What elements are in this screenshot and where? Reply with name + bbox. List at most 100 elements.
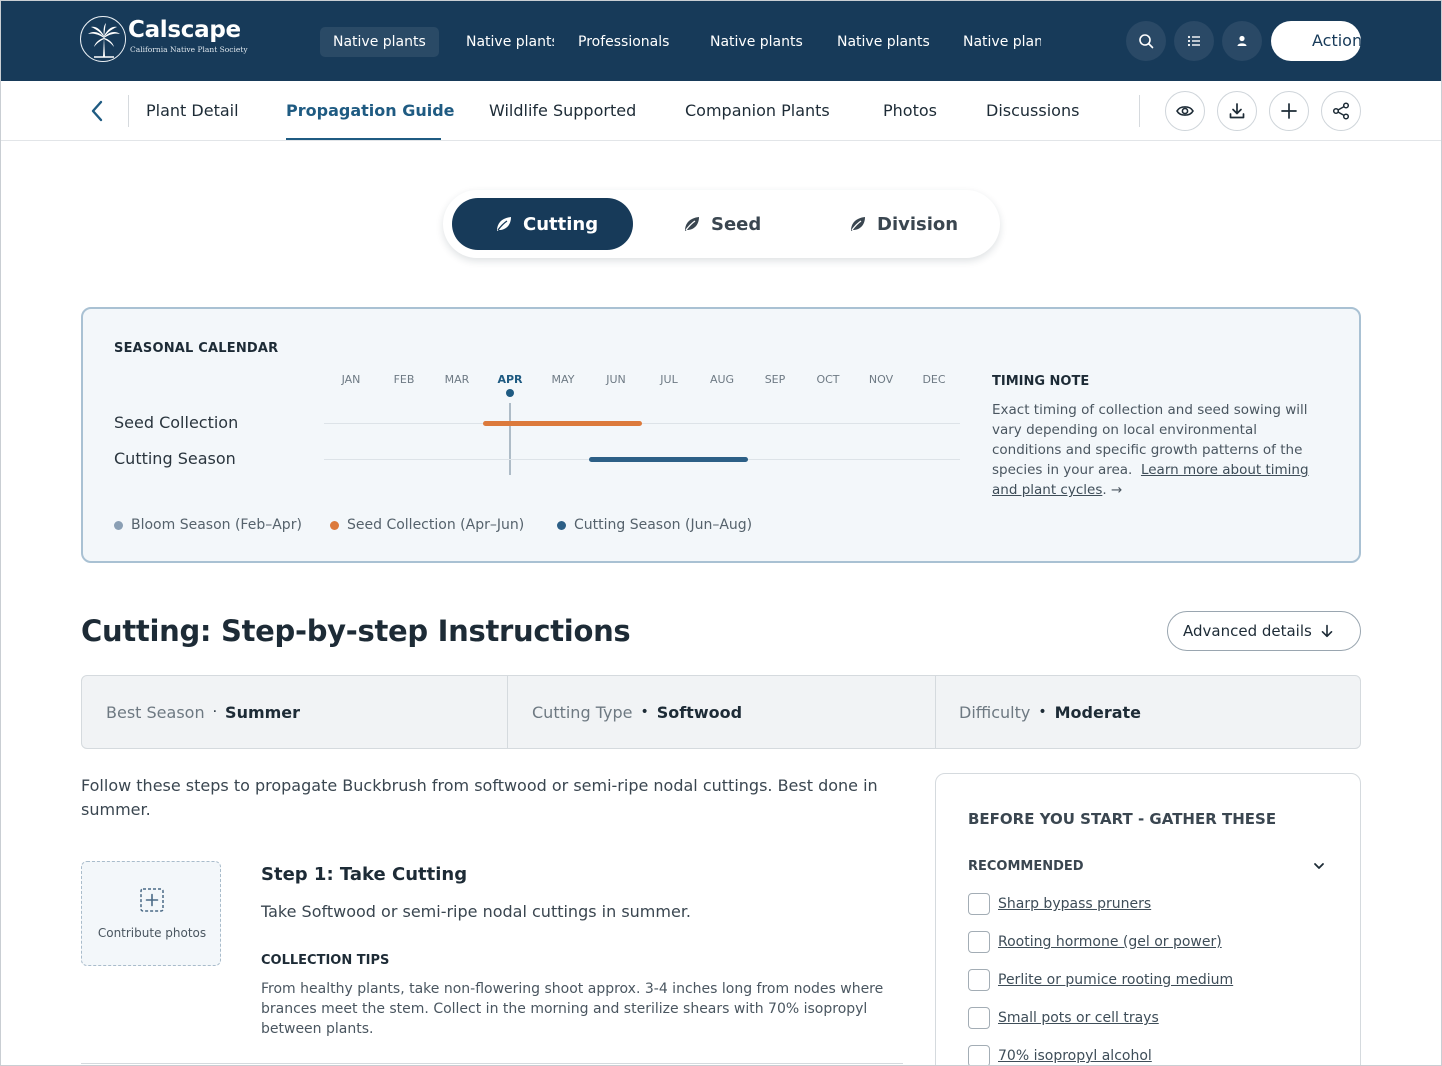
month-label: MAY [551, 373, 575, 386]
calendar-track [324, 423, 960, 424]
add-photo-icon [140, 888, 164, 912]
view-button[interactable] [1165, 91, 1205, 131]
palm-logo-icon [80, 16, 126, 62]
nav-item-professionals[interactable]: Professionals [578, 27, 669, 57]
supply-item[interactable]: Rooting hormone (gel or power) [968, 930, 1222, 954]
chevron-left-icon [91, 100, 103, 122]
info-separator: • [1038, 704, 1047, 720]
supply-checkbox[interactable] [968, 969, 990, 991]
sub-navigation-bar: Plant Detail Propagation Guide Wildlife … [0, 81, 1442, 141]
legend-dot [557, 520, 566, 530]
tab-photos[interactable]: Photos [883, 101, 937, 120]
gather-supplies-panel: BEFORE YOU START - GATHER THESE RECOMMEN… [935, 773, 1361, 1066]
back-button[interactable] [84, 97, 110, 125]
nav-item-native-plants-5[interactable]: Native plants [963, 27, 1041, 57]
nav-item-native-plants-3[interactable]: Native plants [710, 27, 803, 57]
nav-item-native-plants-4[interactable]: Native plants [837, 27, 930, 57]
supply-link[interactable]: 70% isopropyl alcohol [998, 1048, 1152, 1064]
month-label: OCT [816, 373, 840, 386]
info-divider [935, 676, 936, 748]
method-division-button[interactable]: Division [845, 198, 985, 250]
info-key: Cutting Type [532, 702, 633, 722]
timing-note: Exact timing of collection and seed sowi… [992, 400, 1328, 500]
add-button[interactable] [1269, 91, 1309, 131]
current-month-marker [506, 389, 514, 397]
action-button[interactable]: Action [1271, 21, 1361, 61]
share-icon [1332, 102, 1350, 120]
tab-propagation-guide[interactable]: Propagation Guide [286, 101, 455, 120]
supply-checkbox[interactable] [968, 893, 990, 915]
month-label: JUL [660, 373, 678, 386]
leaf-icon [497, 217, 511, 231]
nav-item-native-plants[interactable]: Native plants [320, 27, 439, 57]
list-icon [1187, 35, 1200, 47]
nav-list-button[interactable] [1174, 21, 1214, 61]
month-label: AUG [709, 373, 735, 386]
legend-item-bloom: Bloom Season (Feb–Apr) [114, 517, 302, 533]
supply-checkbox[interactable] [968, 1045, 990, 1066]
method-cutting-button[interactable]: Cutting [452, 198, 633, 250]
info-difficulty: Difficulty • Moderate [959, 676, 1141, 748]
active-tab-indicator [286, 138, 441, 140]
arrow-down-icon [1321, 624, 1333, 638]
brand-name: Calscape [128, 17, 241, 43]
brand-tagline: California Native Plant Society [130, 45, 248, 54]
tab-companion-plants[interactable]: Companion Plants [685, 101, 830, 120]
supply-item[interactable]: 70% isopropyl alcohol [968, 1044, 1152, 1066]
month-label: JAN [341, 373, 361, 386]
info-separator: · [212, 704, 218, 720]
chevron-down-icon[interactable] [1312, 860, 1326, 872]
supply-item[interactable]: Perlite or pumice rooting medium [968, 968, 1233, 992]
info-value: Summer [225, 702, 301, 722]
month-label-current: APR [497, 373, 523, 386]
advanced-details-button[interactable]: Advanced details [1167, 611, 1361, 651]
info-value: Moderate [1054, 702, 1142, 722]
nav-search-button[interactable] [1126, 21, 1166, 61]
eye-icon [1176, 106, 1194, 116]
seasonal-calendar-card: SEASONAL CALENDAR JAN FEB MAR APR MAY JU… [81, 307, 1361, 563]
info-key: Difficulty [959, 702, 1031, 722]
contribute-photos-button[interactable]: Contribute photos [81, 861, 221, 966]
share-button[interactable] [1321, 91, 1361, 131]
tab-wildlife-supported[interactable]: Wildlife Supported [489, 101, 636, 120]
plus-icon [1281, 103, 1297, 119]
contribute-photos-label: Contribute photos [97, 926, 207, 940]
tab-discussions[interactable]: Discussions [986, 101, 1079, 120]
user-icon [1237, 35, 1247, 46]
calendar-row-label: Cutting Season [114, 449, 236, 468]
timing-link-arrow: . → [1102, 482, 1123, 498]
supply-item[interactable]: Sharp bypass pruners [968, 892, 1151, 916]
supply-link[interactable]: Sharp bypass pruners [998, 896, 1151, 912]
cutting-season-bar [589, 457, 748, 462]
leaf-icon [685, 217, 699, 231]
calendar-title: SEASONAL CALENDAR [114, 341, 279, 356]
supply-link[interactable]: Rooting hormone (gel or power) [998, 934, 1222, 950]
supply-item[interactable]: Small pots or cell trays [968, 1006, 1159, 1030]
supply-checkbox[interactable] [968, 931, 990, 953]
search-icon [1139, 34, 1154, 49]
advanced-details-label: Advanced details [1183, 622, 1312, 640]
legend-item-cutting-season: Cutting Season (Jun–Aug) [557, 517, 752, 533]
action-button-label: Action [1312, 31, 1361, 50]
info-key: Best Season [106, 702, 205, 722]
subnav-divider [128, 95, 129, 127]
download-button[interactable] [1217, 91, 1257, 131]
legend-dot [330, 520, 339, 530]
supply-checkbox[interactable] [968, 1007, 990, 1029]
legend-label: Bloom Season (Feb–Apr) [131, 517, 302, 533]
month-label: MAR [444, 373, 470, 386]
timing-note-title: TIMING NOTE [992, 374, 1090, 389]
legend-item-seed-collection: Seed Collection (Apr–Jun) [330, 517, 524, 533]
method-seed-label: Seed [711, 213, 762, 235]
tab-plant-detail[interactable]: Plant Detail [146, 101, 239, 120]
nav-user-button[interactable] [1222, 21, 1262, 61]
supply-link[interactable]: Small pots or cell trays [998, 1010, 1159, 1026]
calscape-logo[interactable]: Calscape California Native Plant Society [80, 16, 248, 66]
calendar-row-label: Seed Collection [114, 413, 239, 432]
nav-item-native-plants-2[interactable]: Native plants [466, 27, 554, 57]
propagation-info-strip: Best Season · Summer Cutting Type • Soft… [81, 675, 1361, 749]
step-title: Step 1: Take Cutting [261, 864, 468, 885]
method-seed-button[interactable]: Seed [679, 198, 799, 250]
collection-tips-title: COLLECTION TIPS [261, 953, 390, 968]
supply-link[interactable]: Perlite or pumice rooting medium [998, 972, 1233, 988]
